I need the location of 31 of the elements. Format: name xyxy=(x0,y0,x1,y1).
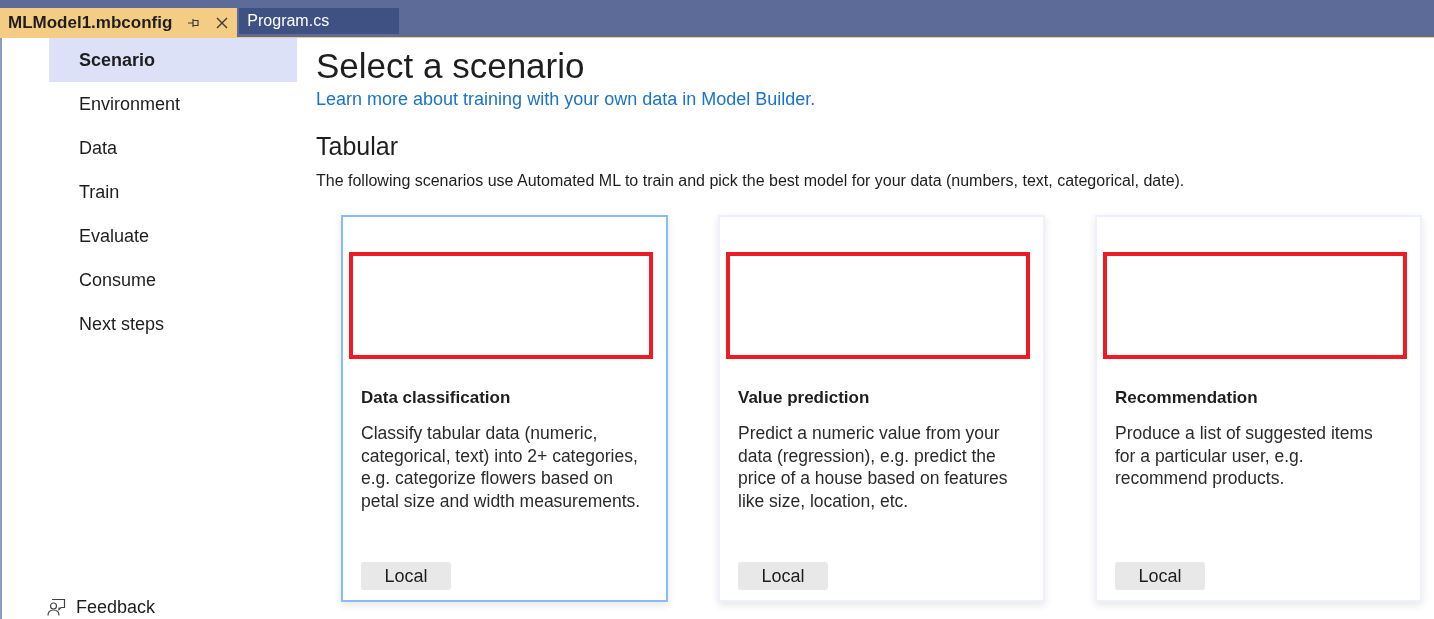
section-description: The following scenarios use Automated ML to train and pick the best model for your data (numbers, text, categorical, date). xyxy=(316,171,1185,191)
document-tab[interactable]: MLModel1.mbconfig xyxy=(0,8,238,37)
nav-item[interactable]: Next steps xyxy=(49,302,297,346)
close-icon[interactable] xyxy=(216,16,229,29)
learn-more-link[interactable]: Learn more about training with your own data in Model Builder. xyxy=(316,88,816,110)
tab-label: MLModel1.mbconfig xyxy=(8,12,173,33)
feedback-icon xyxy=(47,598,66,616)
local-button[interactable]: Local xyxy=(1115,562,1205,590)
local-button[interactable]: Local xyxy=(361,562,451,590)
nav-item[interactable]: Environment xyxy=(49,82,297,126)
scenario-card[interactable]: Value prediction Predict a numeric value from your data (regression), e.g. predict the price of a house based on features like size, location, etc. Local xyxy=(718,215,1045,602)
local-button[interactable]: Local xyxy=(738,562,828,590)
card-title: Value prediction xyxy=(738,387,870,409)
pin-icon[interactable] xyxy=(188,17,201,28)
card-description: Predict a numeric value from your data (regression), e.g. predict the price of a house based on features like size, location, etc. xyxy=(738,422,1009,512)
nav-item[interactable]: Data xyxy=(49,126,297,170)
section-title: Tabular xyxy=(316,131,398,161)
card-title: Recommendation xyxy=(1115,387,1258,409)
page-title: Select a scenario xyxy=(316,46,585,86)
tab-label: Program.cs xyxy=(247,12,330,30)
document-tab[interactable]: Program.cs xyxy=(239,8,400,34)
card-description: Produce a list of suggested items for a particular user, e.g. recommend products. xyxy=(1115,422,1374,490)
nav-item[interactable]: Scenario xyxy=(49,38,297,82)
feedback-link[interactable]: Feedback xyxy=(76,596,156,618)
card-title: Data classification xyxy=(361,387,511,409)
nav-item[interactable]: Train xyxy=(49,170,297,214)
nav-item[interactable]: Evaluate xyxy=(49,214,297,258)
scenario-card[interactable]: Recommendation Produce a list of suggested items for a particular user, e.g. recommend products. Local xyxy=(1095,215,1422,602)
nav-item[interactable]: Consume xyxy=(49,258,297,302)
card-description: Classify tabular data (numeric, categorical, text) into 2+ categories, e.g. categorize flowers based on petal size and width measurements. xyxy=(361,422,642,512)
scenario-card[interactable]: Data classification Classify tabular data (numeric, categorical, text) into 2+ categories, e.g. categorize flowers based on petal size and width measurements. Local xyxy=(341,215,668,602)
